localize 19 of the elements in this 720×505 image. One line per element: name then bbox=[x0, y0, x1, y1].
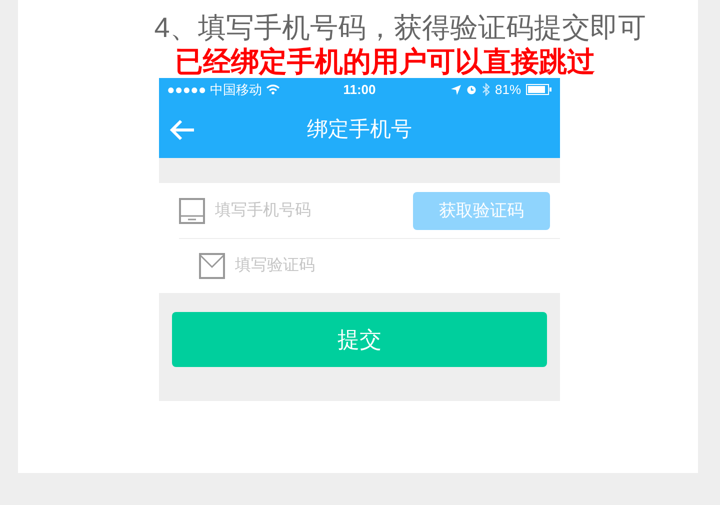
location-arrow-icon bbox=[450, 84, 461, 94]
battery-text: 81% bbox=[494, 80, 522, 99]
time-text: 11:00 bbox=[343, 80, 376, 99]
submit-button[interactable]: 提交 bbox=[172, 312, 547, 367]
back-arrow-icon bbox=[169, 119, 195, 141]
carrier-text: ●●●●● 中国移动 bbox=[167, 80, 262, 99]
tablet-icon bbox=[179, 198, 205, 224]
envelope-icon bbox=[199, 253, 225, 279]
wifi-icon bbox=[266, 84, 280, 95]
back-button[interactable] bbox=[169, 117, 195, 143]
input-field[interactable]: 填写手机号码 bbox=[215, 198, 413, 222]
nav-title: 绑定手机号 bbox=[307, 116, 412, 143]
bluetooth-icon bbox=[482, 83, 490, 96]
input-field[interactable]: 填写验证码 bbox=[235, 254, 550, 278]
instruction-text: 4、填写手机号码，获得验证码提交即可 bbox=[154, 11, 646, 45]
alarm-clock-icon bbox=[466, 84, 477, 95]
battery-icon bbox=[526, 84, 552, 95]
note-text: 已经绑定手机的用户可以直接跳过 bbox=[175, 46, 595, 78]
get-code-button[interactable]: 获取验证码 bbox=[413, 192, 550, 230]
